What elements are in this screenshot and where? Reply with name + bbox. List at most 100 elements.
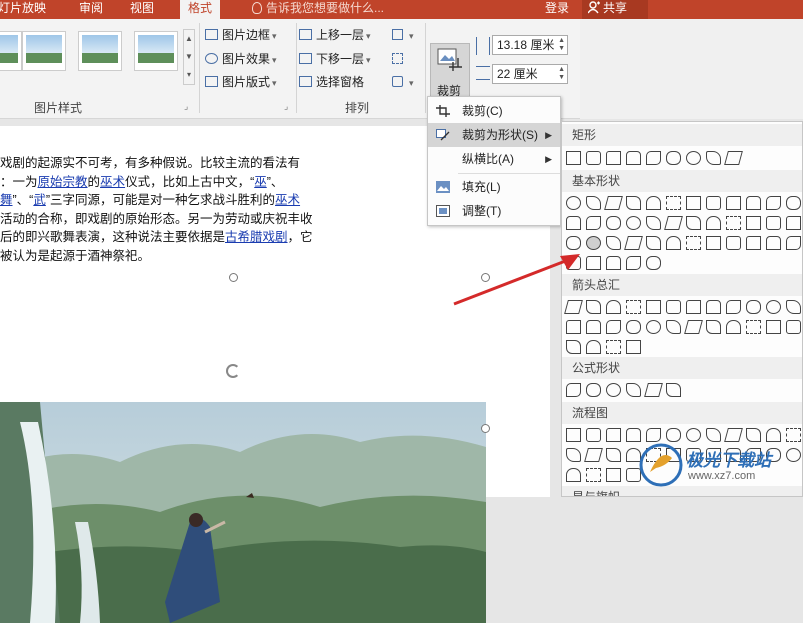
shape-option-icon[interactable]: [686, 151, 701, 165]
shape-option-icon[interactable]: [686, 196, 701, 210]
dialog-launcher-icon[interactable]: ⌟: [184, 101, 188, 112]
shape-option-icon[interactable]: [566, 428, 581, 442]
shape-option-icon[interactable]: [566, 383, 581, 397]
shape-option-icon[interactable]: [606, 236, 621, 250]
shape-option-icon[interactable]: [626, 300, 641, 314]
shape-option-icon[interactable]: [726, 216, 741, 230]
spinner-icon[interactable]: ▲ ▼: [558, 66, 565, 82]
height-field[interactable]: 13.18 厘米 ▲ ▼: [492, 35, 568, 55]
picture-style-thumb[interactable]: [22, 31, 66, 71]
picture-style-thumb[interactable]: [0, 31, 22, 71]
picture-style-thumb[interactable]: [134, 31, 178, 71]
rotate-button[interactable]: ▾: [392, 72, 414, 92]
shape-option-icon[interactable]: [586, 340, 601, 354]
shape-option-icon[interactable]: [666, 151, 681, 165]
shape-option-icon[interactable]: [586, 428, 601, 442]
menu-item-crop-to-shape[interactable]: 裁剪为形状(S) ▶: [428, 123, 560, 147]
hyperlink[interactable]: 舞: [0, 193, 13, 207]
shape-option-icon[interactable]: [746, 300, 761, 314]
shape-option-icon[interactable]: [626, 383, 641, 397]
shape-option-icon[interactable]: [666, 300, 681, 314]
shape-option-icon[interactable]: [566, 468, 581, 482]
shape-option-icon[interactable]: [606, 216, 621, 230]
shape-option-icon[interactable]: [606, 300, 621, 314]
shape-option-icon[interactable]: [626, 151, 641, 165]
shape-option-icon[interactable]: [666, 196, 681, 210]
shape-option-icon[interactable]: [726, 236, 741, 250]
shape-option-icon[interactable]: [606, 468, 621, 482]
spinner-icon[interactable]: ▲ ▼: [558, 37, 565, 53]
send-backward-button[interactable]: 下移一层 ▾: [299, 49, 371, 69]
shape-option-icon[interactable]: [626, 196, 641, 210]
shape-option-icon[interactable]: [586, 216, 601, 230]
shape-option-icon[interactable]: [646, 196, 661, 210]
tab-format[interactable]: 格式: [180, 0, 221, 19]
shape-option-icon[interactable]: [646, 216, 661, 230]
gallery-scroll[interactable]: ▲ ▼ ▾: [183, 29, 195, 85]
menu-item-fill[interactable]: 填充(L): [428, 175, 560, 199]
shape-option-icon[interactable]: [646, 320, 661, 334]
hyperlink[interactable]: 巫: [254, 175, 267, 189]
shape-option-icon[interactable]: [786, 320, 801, 334]
shape-option-icon[interactable]: [684, 320, 703, 334]
menu-item-aspect-ratio[interactable]: 纵横比(A) ▶: [428, 147, 560, 171]
shape-option-icon[interactable]: [644, 383, 663, 397]
shape-option-icon[interactable]: [606, 320, 621, 334]
tab-view[interactable]: 视图: [130, 0, 154, 19]
shape-option-icon[interactable]: [686, 300, 701, 314]
shape-option-icon[interactable]: [566, 216, 581, 230]
picture-border-button[interactable]: 图片边框 ▾: [205, 25, 277, 45]
shape-option-icon[interactable]: [766, 320, 781, 334]
width-field[interactable]: 22 厘米 ▲ ▼: [492, 64, 568, 84]
shape-option-icon[interactable]: [566, 320, 581, 334]
document-line[interactable]: 戏剧的起源实不可考，有多种假说。比较主流的看法有: [0, 154, 360, 173]
resize-handle[interactable]: [229, 273, 238, 282]
shape-option-icon[interactable]: [666, 320, 681, 334]
shape-option-icon[interactable]: [766, 196, 781, 210]
selection-pane-button[interactable]: 选择窗格: [299, 72, 364, 92]
shape-option-icon[interactable]: [766, 236, 781, 250]
shape-option-icon[interactable]: [786, 300, 801, 314]
shape-option-icon[interactable]: [604, 196, 623, 210]
shape-option-icon[interactable]: [746, 320, 761, 334]
shape-option-icon[interactable]: [686, 216, 701, 230]
shape-option-icon[interactable]: [566, 448, 581, 462]
hyperlink[interactable]: 巫术: [100, 175, 125, 189]
login-link[interactable]: 登录: [545, 0, 569, 17]
picture-effect-button[interactable]: 图片效果 ▾: [205, 49, 277, 69]
shape-option-icon[interactable]: [786, 196, 801, 210]
shape-option-icon[interactable]: [706, 196, 721, 210]
shape-option-icon[interactable]: [584, 448, 603, 462]
shape-option-icon[interactable]: [706, 300, 721, 314]
tab-review[interactable]: 审阅: [79, 0, 103, 19]
shape-option-icon[interactable]: [726, 320, 741, 334]
shape-option-icon[interactable]: [606, 428, 621, 442]
tab-slideshow[interactable]: 灯片放映: [0, 0, 46, 19]
align-button[interactable]: ▾: [392, 25, 414, 45]
resize-handle[interactable]: [481, 424, 490, 433]
shape-option-icon[interactable]: [786, 236, 801, 250]
picture-style-thumb[interactable]: [78, 31, 122, 71]
shape-option-icon[interactable]: [586, 196, 601, 210]
shape-option-icon[interactable]: [746, 236, 761, 250]
picture-layout-button[interactable]: 图片版式 ▾: [205, 72, 277, 92]
shape-option-icon[interactable]: [586, 383, 601, 397]
shape-option-icon[interactable]: [646, 256, 661, 270]
document-line[interactable]: 后的即兴歌舞表演，这种说法主要依据是古希腊戏剧，它: [0, 228, 360, 247]
shape-option-icon[interactable]: [586, 320, 601, 334]
hyperlink[interactable]: 武: [33, 193, 46, 207]
shape-option-icon[interactable]: [746, 216, 761, 230]
dialog-launcher-icon[interactable]: ⌟: [284, 101, 288, 112]
document-line[interactable]: 被认为是起源于酒神祭祀。: [0, 247, 360, 266]
shape-option-icon[interactable]: [626, 256, 641, 270]
hyperlink[interactable]: 古希腊戏剧: [225, 230, 288, 244]
shape-option-icon[interactable]: [626, 340, 641, 354]
hyperlink[interactable]: 原始宗教: [38, 175, 88, 189]
shape-option-icon[interactable]: [664, 216, 683, 230]
shape-option-icon[interactable]: [606, 340, 621, 354]
document-line[interactable]: 活动的合称，即戏剧的原始形态。另一为劳动或庆祝丰收: [0, 210, 360, 229]
group-button[interactable]: [392, 49, 407, 69]
rotate-handle-icon[interactable]: [226, 364, 240, 378]
shape-option-icon[interactable]: [766, 216, 781, 230]
shape-option-icon[interactable]: [726, 196, 741, 210]
